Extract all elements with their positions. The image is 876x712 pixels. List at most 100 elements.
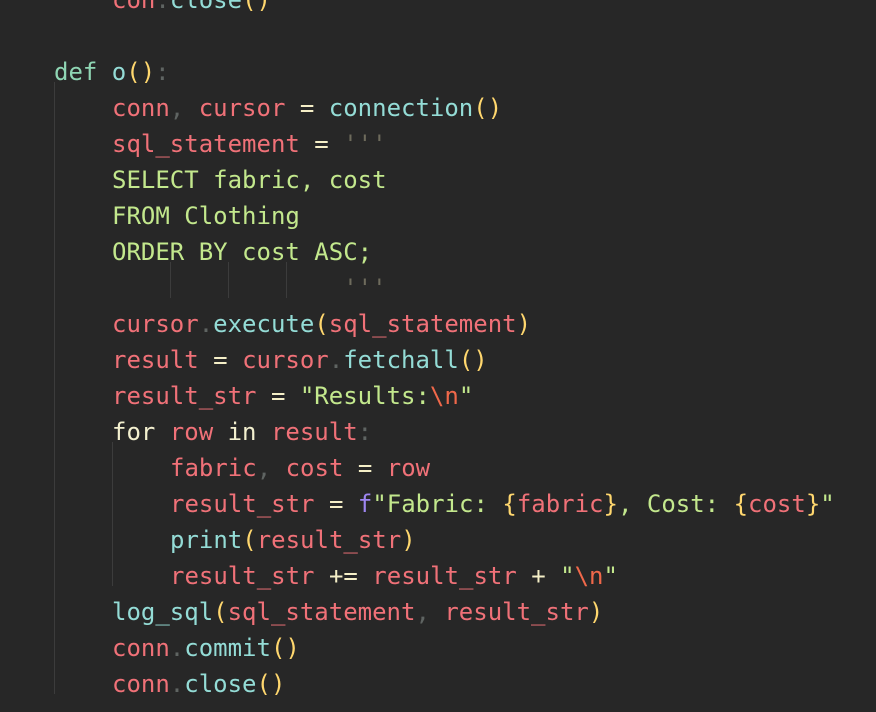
code-line[interactable]: fabric, cost = row <box>170 450 430 486</box>
code-token: result_str <box>256 526 402 554</box>
code-token: : <box>155 58 170 86</box>
code-line[interactable]: result_str = "Results:\n" <box>112 378 473 414</box>
code-token: execute <box>213 310 315 338</box>
code-token: { <box>733 490 749 518</box>
indent-guide-for-body <box>112 442 113 586</box>
code-token: \n <box>429 382 459 410</box>
code-token: . <box>169 634 185 662</box>
code-token: : <box>357 418 373 446</box>
code-token: = <box>343 454 387 482</box>
code-line[interactable]: cursor.execute(sql_statement) <box>112 306 531 342</box>
code-token: , <box>415 598 445 626</box>
code-token: { <box>502 490 517 518</box>
code-line[interactable]: con.close() <box>112 0 271 18</box>
code-token: ''' <box>343 274 387 302</box>
code-token: . <box>169 670 185 698</box>
code-token: = <box>285 94 329 122</box>
code-line[interactable]: ''' <box>112 270 387 306</box>
code-token: fabric <box>170 454 257 482</box>
code-token: result_str <box>372 562 517 590</box>
indent-guide-function-body <box>54 82 55 694</box>
code-token: SELECT fabric, cost <box>112 166 387 194</box>
code-line[interactable]: conn.close() <box>112 666 285 702</box>
code-token: for <box>112 418 170 446</box>
code-token: () <box>473 94 503 122</box>
code-line[interactable]: def o(): <box>54 54 170 90</box>
code-editor[interactable]: con.close() def o(): conn, cursor = connec… <box>0 0 876 712</box>
code-line[interactable]: SELECT fabric, cost <box>112 162 387 198</box>
code-token: result <box>270 418 358 446</box>
code-token: connection <box>328 94 474 122</box>
code-token: conn <box>112 670 170 698</box>
code-token: ) <box>588 598 604 626</box>
code-token: "Results: <box>299 382 430 410</box>
code-token: row <box>386 454 431 482</box>
code-token: "Fabric: <box>372 490 503 518</box>
code-token: result_str <box>170 562 315 590</box>
code-line[interactable]: result_str += result_str + "\n" <box>170 558 618 594</box>
code-line[interactable]: conn, cursor = connection() <box>112 90 502 126</box>
code-token: \n <box>574 562 604 590</box>
code-token: o <box>111 58 127 86</box>
code-token: fetchall <box>343 346 459 374</box>
code-token: () <box>126 58 156 86</box>
code-token: result <box>112 346 199 374</box>
code-token: = <box>256 382 300 410</box>
code-token: () <box>242 0 271 14</box>
code-token: result_str <box>170 490 315 518</box>
code-line[interactable]: for row in result: <box>112 414 372 450</box>
code-token: close <box>169 0 243 14</box>
code-token: , Cost: <box>617 490 734 518</box>
code-token: log_sql <box>112 598 214 626</box>
code-token: ( <box>314 310 329 338</box>
code-token: ''' <box>343 130 387 158</box>
code-token: print <box>170 526 243 554</box>
code-token: ORDER BY cost ASC; <box>112 238 373 266</box>
code-token: cursor <box>242 346 329 374</box>
code-line[interactable]: log_sql(sql_statement, result_str) <box>112 594 603 630</box>
code-line[interactable]: FROM Clothing <box>112 198 300 234</box>
code-token: ( <box>242 526 257 554</box>
code-token: def <box>54 58 112 86</box>
code-token: ( <box>213 598 228 626</box>
code-token: " <box>458 382 474 410</box>
code-token: result_str <box>444 598 589 626</box>
code-token: cursor <box>198 94 286 122</box>
code-line[interactable]: result = cursor.fetchall() <box>112 342 488 378</box>
code-token: ) <box>401 526 416 554</box>
code-token: = <box>198 346 243 374</box>
code-token: () <box>256 670 286 698</box>
code-token: += <box>314 562 373 590</box>
code-token: . <box>155 0 170 14</box>
code-token: sql_statement <box>227 598 416 626</box>
code-token: " <box>820 490 835 518</box>
code-token: + <box>516 562 561 590</box>
code-line[interactable]: conn.commit() <box>112 630 300 666</box>
code-token: () <box>458 346 488 374</box>
code-token: conn <box>112 634 170 662</box>
code-line[interactable]: sql_statement = ''' <box>112 126 387 162</box>
code-token: } <box>603 490 618 518</box>
code-token: con <box>112 0 156 14</box>
code-token: cursor <box>112 310 199 338</box>
code-line[interactable]: result_str = f"Fabric: {fabric}, Cost: {… <box>170 486 835 522</box>
code-line[interactable]: print(result_str) <box>170 522 416 558</box>
code-token: FROM Clothing <box>112 202 300 230</box>
code-token: " <box>560 562 575 590</box>
code-token: sql_statement <box>112 130 300 158</box>
code-token: = <box>314 490 358 518</box>
code-token: ) <box>516 310 532 338</box>
code-token: commit <box>184 634 271 662</box>
code-token: conn <box>112 94 170 122</box>
code-token: cost <box>285 454 344 482</box>
code-token: " <box>603 562 618 590</box>
code-token: close <box>184 670 257 698</box>
code-token: cost <box>748 490 806 518</box>
code-token: , <box>169 94 199 122</box>
code-token: () <box>270 634 300 662</box>
code-token: in <box>213 418 271 446</box>
code-token: row <box>169 418 214 446</box>
code-token: . <box>328 346 344 374</box>
code-line[interactable]: ORDER BY cost ASC; <box>112 234 372 270</box>
